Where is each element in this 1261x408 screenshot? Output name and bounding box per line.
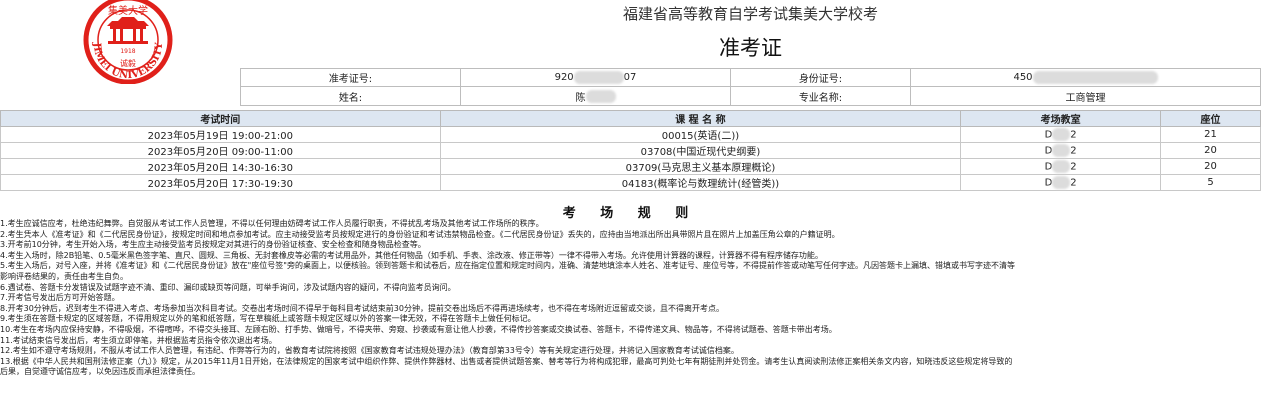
seat-number: 5	[1160, 174, 1261, 191]
info-row-name: 姓名: 陈 专业名称: 工商管理	[240, 87, 1261, 106]
exam-time: 2023年05月20日 17:30-19:30	[0, 174, 441, 191]
rule-item: 11.考试结束信号发出后，考生须立即停笔，并根据监考员指令依次退出考场。	[0, 335, 277, 345]
ticket-value: 920 07	[460, 68, 730, 87]
course-name: 03708(中国近现代史纲要)	[439, 142, 962, 159]
major-value: 工商管理	[910, 87, 1261, 106]
rule-item: 8.开考30分钟后，迟到考生不得进入考点、考场参加当次科目考试。交卷出考场时间不…	[0, 303, 724, 313]
table-row: 2023年05月20日 17:30-19:30 04183(概率论与数理统计(经…	[0, 174, 1261, 191]
id-label: 身份证号:	[730, 68, 910, 87]
course-name: 04183(概率论与数理统计(经管类))	[439, 174, 962, 191]
rule-item: 13.根据《中华人民共和国刑法修正案（九）》规定，从2015年11月1日开始，在…	[0, 356, 1013, 366]
logo-seal-chars: 诚毅	[120, 58, 136, 68]
rule-item: 2.考生凭本人《准考证》和《二代居民身份证》，按规定时间和地点参加考试。应主动接…	[0, 229, 840, 239]
seat-number: 20	[1160, 158, 1261, 175]
exam-room: D2	[960, 126, 1162, 143]
name-start: 陈	[575, 92, 586, 104]
rule-item: 1.考生应诚信应考，杜绝违纪舞弊。自觉服从考试工作人员管理，不得以任何理由妨碍考…	[0, 219, 544, 228]
rule-item: 影响评卷结果的，责任由考生自负。	[0, 271, 128, 281]
room-end: 2	[1070, 177, 1077, 189]
seat-number: 20	[1160, 142, 1261, 159]
course-name: 03709(马克思主义基本原理概论)	[439, 158, 962, 175]
ticket-number-start: 920	[554, 72, 574, 83]
jimei-university-logo: 集美大学 1918 诚毅 JIMEI UNIVERSITY	[83, 0, 173, 84]
exam-room: D2	[960, 142, 1162, 159]
table-row: 2023年05月19日 19:00-21:00 00015(英语(二)) D2 …	[0, 126, 1261, 143]
header-seat: 座位	[1160, 110, 1261, 127]
exam-time: 2023年05月20日 09:00-11:00	[0, 142, 441, 159]
exam-time: 2023年05月20日 14:30-16:30	[0, 158, 441, 175]
ticket-number-end: 07	[623, 72, 637, 83]
rule-item: 3.开考前10分钟，考生开始入场，考生应主动接受监考员按规定对其进行的身份验证核…	[0, 240, 426, 250]
rule-item: 后果，自觉遵守诚信应考，以免因违反而承担法律责任。	[0, 367, 200, 377]
rules-list: 1.考生应诚信应考，杜绝违纪舞弊。自觉服从考试工作人员管理，不得以任何理由妨碍考…	[0, 219, 1261, 378]
redaction-mask	[1052, 176, 1071, 189]
redaction-mask	[573, 71, 624, 84]
header-course-name: 课 程 名 称	[439, 110, 962, 127]
logo-year: 1918	[120, 48, 135, 55]
logo-top-chars: 集美大学	[108, 4, 148, 17]
room-start: D	[1044, 177, 1053, 189]
room-start: D	[1044, 129, 1053, 141]
exam-room: D2	[960, 158, 1162, 175]
exam-schedule-table: 考试时间 课 程 名 称 考场教室 座位 2023年05月19日 19:00-2…	[0, 110, 1261, 191]
name-value: 陈	[460, 87, 730, 106]
room-start: D	[1044, 161, 1053, 173]
table-row: 2023年05月20日 14:30-16:30 03709(马克思主义基本原理概…	[0, 158, 1261, 175]
major-label: 专业名称:	[730, 87, 910, 106]
room-start: D	[1044, 145, 1053, 157]
ticket-label: 准考证号:	[240, 68, 460, 87]
admission-ticket-title: 准考证	[719, 36, 782, 60]
room-end: 2	[1070, 145, 1077, 157]
exam-body-title: 福建省高等教育自学考试集美大学校考	[622, 5, 878, 23]
table-row: 2023年05月20日 09:00-11:00 03708(中国近现代史纲要) …	[0, 142, 1261, 159]
rule-item: 12.考生如不遵守考场规则，不服从考试工作人员管理，有违纪、作弊等行为的，省教育…	[0, 346, 739, 356]
redaction-mask	[1032, 71, 1158, 84]
id-value: 450	[910, 68, 1261, 87]
course-name: 00015(英语(二))	[439, 126, 962, 143]
exam-time: 2023年05月19日 19:00-21:00	[0, 126, 441, 143]
redaction-mask	[1052, 128, 1071, 141]
header-exam-room: 考场教室	[960, 110, 1162, 127]
rule-item: 5.考生入场后，对号入座，并将《准考证》和《二代居民身份证》放在"座位号签"旁的…	[0, 261, 1015, 271]
redaction-mask	[1052, 160, 1071, 173]
seat-number: 21	[1160, 126, 1261, 143]
rule-item: 6.遇试卷、答题卡分发错误及试题字迹不清、重印、漏印或缺页等问题，可举手询问，涉…	[0, 282, 456, 292]
redaction-mask	[1052, 144, 1071, 157]
id-number-start: 450	[1013, 72, 1033, 83]
exam-room: D2	[960, 174, 1162, 191]
info-row-ticket: 准考证号: 920 07 身份证号: 450	[240, 68, 1261, 87]
rule-item: 9.考生须在答题卡规定的区域答题，不得用规定以外的笔和纸答题，写在草稿纸上或答题…	[0, 314, 536, 324]
rule-item: 4.考生入场时，除2B铅笔、0.5毫米黑色签字笔、直尺、圆规、三角板、无封套橡皮…	[0, 250, 823, 260]
room-end: 2	[1070, 129, 1077, 141]
name-label: 姓名:	[240, 87, 460, 106]
redaction-mask	[585, 89, 616, 103]
header-exam-time: 考试时间	[0, 110, 441, 127]
rule-item: 7.开考信号发出后方可开始答题。	[0, 293, 120, 303]
rule-item: 10.考生在考场内应保持安静，不得吸烟，不得喧哗，不得交头接耳、左顾右盼、打手势…	[0, 324, 837, 334]
table-header-row: 考试时间 课 程 名 称 考场教室 座位	[0, 110, 1261, 127]
room-end: 2	[1070, 161, 1077, 173]
